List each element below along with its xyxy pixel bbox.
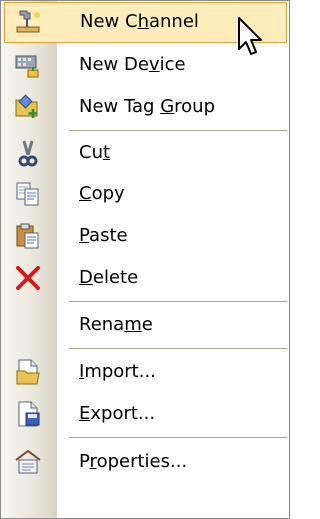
menu-item-label: Copy [79, 183, 125, 204]
menu-separator [69, 348, 287, 349]
new-channel-icon [16, 10, 40, 33]
menu-item-copy[interactable]: Copy [1, 174, 289, 215]
menu-item-label: Rename [79, 314, 153, 335]
menu-item-label: Delete [79, 267, 139, 288]
menu-item-label: Properties... [79, 451, 188, 472]
new-device-icon [15, 55, 39, 78]
delete-x-icon [16, 266, 40, 290]
import-icon [16, 359, 40, 385]
mouse-cursor-icon [238, 17, 262, 55]
menu-separator [69, 437, 287, 438]
menu-item-rename[interactable]: Rename [1, 305, 289, 346]
scissors-icon [18, 140, 38, 167]
new-tag-group-icon [15, 94, 38, 118]
menu-separator [69, 301, 287, 302]
copy-icon [16, 182, 39, 206]
paste-icon [16, 223, 39, 249]
context-menu: New Channel New Device New Tag Group Cut… [0, 0, 290, 519]
menu-item-label: New Device [79, 54, 186, 75]
menu-item-paste[interactable]: Paste [1, 216, 289, 257]
menu-item-label: Import... [79, 361, 156, 382]
menu-item-export[interactable]: Export... [1, 394, 289, 435]
menu-item-label: Cut [79, 142, 111, 163]
menu-item-label: Export... [79, 403, 156, 424]
properties-icon [15, 449, 41, 474]
menu-item-delete[interactable]: Delete [1, 258, 289, 299]
menu-item-label: New Tag Group [79, 96, 215, 117]
export-icon [18, 401, 40, 427]
menu-item-label: New Channel [80, 11, 199, 32]
menu-item-label: Paste [79, 225, 128, 246]
menu-item-properties[interactable]: Properties... [1, 442, 289, 483]
menu-item-import[interactable]: Import... [1, 352, 289, 393]
menu-item-cut[interactable]: Cut [1, 133, 289, 174]
menu-item-new-tag-group[interactable]: New Tag Group [1, 87, 289, 128]
menu-separator [69, 130, 287, 131]
